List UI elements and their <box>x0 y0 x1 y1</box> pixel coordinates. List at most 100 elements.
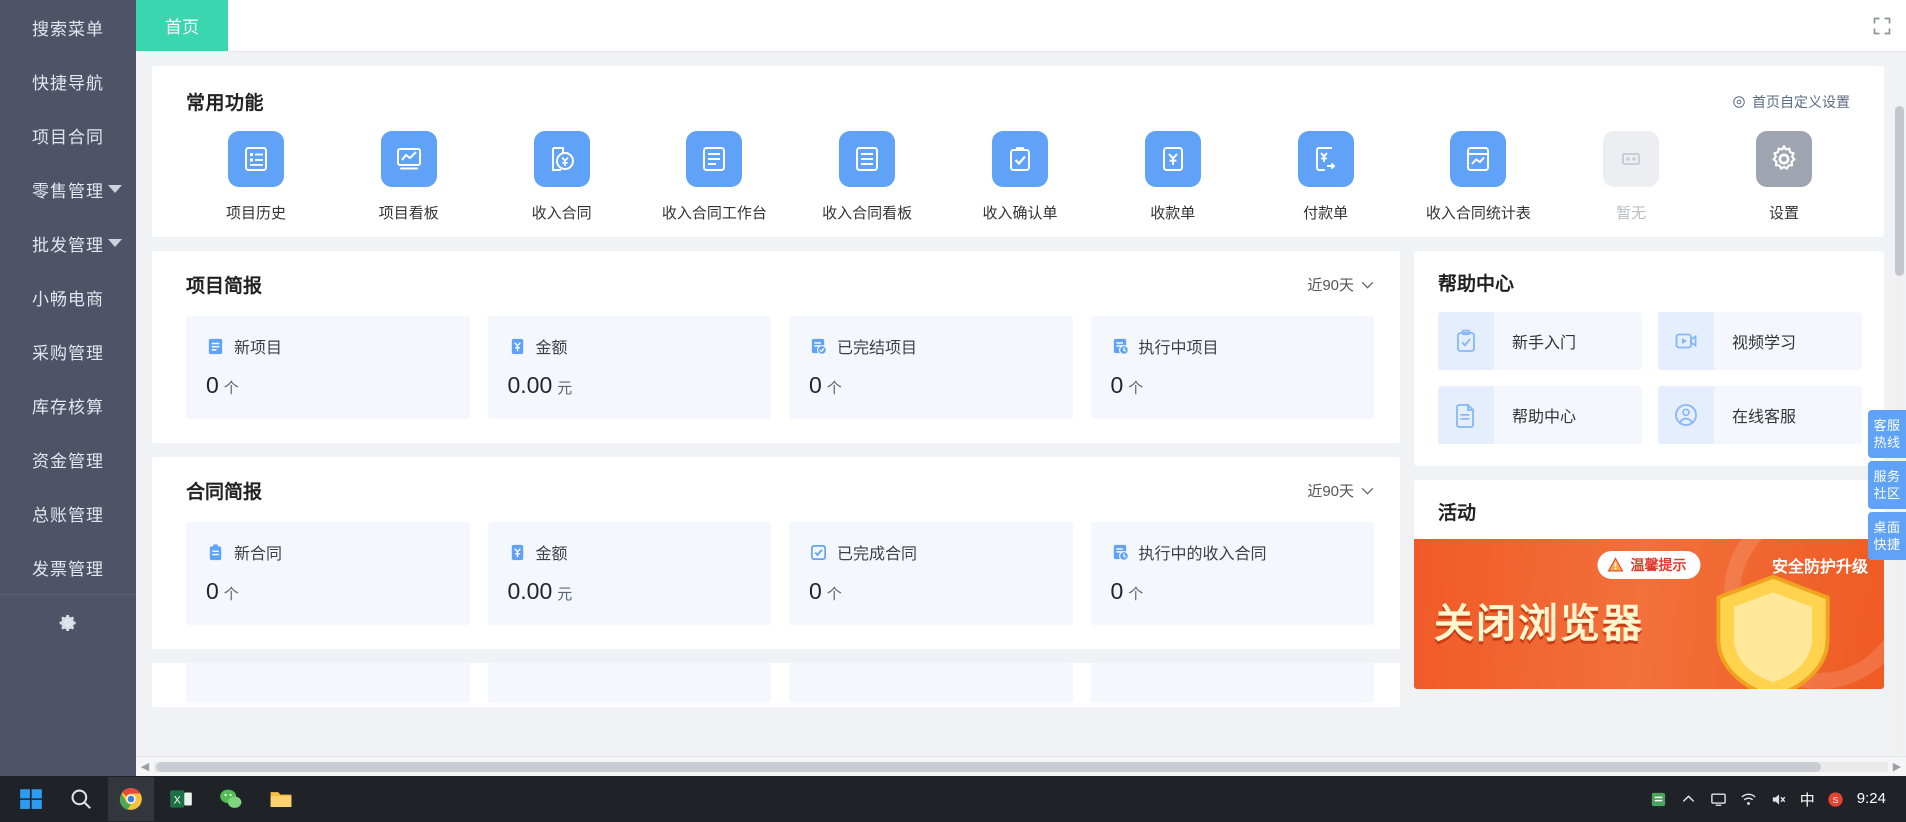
activity-banner[interactable]: 用友ERP软件 jufida.com 温馨提示 <box>1414 539 1884 689</box>
scroll-right-arrow[interactable]: ▶ <box>1888 757 1906 777</box>
fav-item-income-contract[interactable]: 收入合同 <box>502 131 622 223</box>
help-item-icon-box <box>1438 386 1494 444</box>
chevron-down-icon <box>108 239 122 247</box>
wechat-button[interactable] <box>208 777 254 821</box>
fullscreen-icon[interactable] <box>1872 16 1892 36</box>
fav-label: 项目历史 <box>225 205 286 222</box>
new-project-icon <box>208 338 223 354</box>
help-item-video-learning[interactable]: 视频学习 <box>1658 312 1862 370</box>
banner-headline: 关闭浏览器 <box>1434 602 1644 646</box>
start-button[interactable] <box>8 777 54 821</box>
fav-item-project-history[interactable]: 项目历史 <box>196 131 316 223</box>
horizontal-scrollbar[interactable]: ◀ ▶ <box>136 756 1906 776</box>
help-item-icon-box <box>1658 312 1714 370</box>
sidebar-item-ecommerce[interactable]: 小畅电商 <box>0 270 136 324</box>
tray-network-icon[interactable] <box>1740 790 1758 808</box>
project-brief-title: 项目简报 <box>186 276 263 297</box>
search-button[interactable] <box>58 777 104 821</box>
stat-header: 新项目 <box>206 334 450 358</box>
fav-item-receipt[interactable]: 收款单 <box>1113 131 1233 223</box>
fav-label: 收入合同看板 <box>822 205 913 222</box>
taskbar-tray: 中 S 9:24 <box>1650 789 1898 810</box>
stat-card[interactable]: 已完成合同 0个 <box>789 522 1073 625</box>
sidebar-item-ledger[interactable]: 总账管理 <box>0 486 136 540</box>
stat-header: 已完结项目 <box>809 334 1053 358</box>
float-tab-community[interactable]: 服务 社区 <box>1868 461 1906 509</box>
stat-name: 已完成合同 <box>837 546 918 563</box>
volume-mute-icon <box>1773 793 1786 805</box>
project-brief-stats: 新项目 0个 金额 0.00 元 已完结项目 0 个 执行中项目 0 个 <box>186 316 1374 419</box>
fav-tile <box>1603 131 1660 187</box>
stat-card[interactable]: 已完结项目 0个 <box>789 316 1073 419</box>
stat-card[interactable]: 执行中项目 0个 <box>1090 316 1374 419</box>
stat-value-row: 0个 <box>206 578 450 605</box>
fav-label: 收入合同工作台 <box>661 205 767 222</box>
stat-card-partial <box>1090 663 1374 703</box>
chrome-button[interactable] <box>108 777 154 821</box>
sidebar-settings-button[interactable] <box>0 594 136 650</box>
home-customize-button[interactable]: 首页自定义设置 <box>1732 92 1850 112</box>
project-brief-range-select[interactable]: 近90天 <box>1307 274 1374 295</box>
sidebar-item-wholesale[interactable]: 批发管理 <box>0 216 136 270</box>
tray-app-icon[interactable] <box>1650 790 1668 808</box>
horizontal-scrollbar-thumb[interactable] <box>156 761 1821 772</box>
help-item-getting-started[interactable]: 新手入门 <box>1438 312 1642 370</box>
fav-item-project-board[interactable]: 项目看板 <box>349 131 469 223</box>
banner-tip-badge: 温馨提示 <box>1597 551 1701 579</box>
sidebar-item-label: 库存核算 <box>32 397 104 417</box>
tab-home[interactable]: 首页 <box>136 0 228 51</box>
stat-unit: 元 <box>557 380 573 397</box>
fav-item-income-confirmation[interactable]: 收入确认单 <box>960 131 1080 223</box>
fav-label: 暂无 <box>1616 205 1647 222</box>
sogou-icon[interactable]: S <box>1827 790 1845 808</box>
stat-value-row: 0个 <box>809 372 1053 399</box>
explorer-button[interactable] <box>258 777 304 821</box>
float-tab-line2: 社区 <box>1873 486 1901 501</box>
contract-brief-range-select[interactable]: 近90天 <box>1307 480 1374 501</box>
sidebar-item-project-contract[interactable]: 项目合同 <box>0 108 136 162</box>
sidebar-item-invoice[interactable]: 发票管理 <box>0 540 136 594</box>
stat-value: 0 <box>809 372 822 398</box>
sidebar-item-retail[interactable]: 零售管理 <box>0 162 136 216</box>
fav-tile <box>991 131 1048 187</box>
stat-card[interactable]: 金额 0.00 元 <box>487 316 771 419</box>
help-item-label: 在线客服 <box>1732 409 1797 426</box>
vertical-scrollbar-thumb[interactable] <box>1895 106 1904 276</box>
float-tab-desktop-shortcut[interactable]: 桌面 快捷 <box>1868 512 1906 560</box>
stat-card-partial <box>186 663 470 703</box>
content-scroll-area[interactable]: 常用功能 首页自定义设置 项目历史 项目看板 收入合同 收入合同工作台 收入合同… <box>136 52 1906 776</box>
tray-monitor-icon[interactable] <box>1710 790 1728 808</box>
fav-item-income-contract-board[interactable]: 收入合同看板 <box>807 131 927 223</box>
help-item-help-center[interactable]: 帮助中心 <box>1438 386 1642 444</box>
horizontal-scrollbar-track[interactable] <box>154 761 1888 772</box>
fav-tile <box>1450 131 1507 187</box>
float-tab-hotline[interactable]: 客服 热线 <box>1868 410 1906 458</box>
stat-unit: 个 <box>826 380 842 397</box>
stat-header: 执行中项目 <box>1111 334 1355 358</box>
stat-card[interactable]: 执行中的收入合同 0个 <box>1090 522 1374 625</box>
excel-button[interactable]: X <box>158 777 204 821</box>
tray-volume-icon[interactable] <box>1770 790 1788 808</box>
float-tab-line2: 热线 <box>1873 435 1901 450</box>
stat-card-partial <box>487 663 771 703</box>
fav-item-income-contract-stats[interactable]: 收入合同统计表 <box>1418 131 1538 223</box>
sidebar-item-purchase[interactable]: 采购管理 <box>0 324 136 378</box>
fav-item-payment[interactable]: 付款单 <box>1266 131 1386 223</box>
sidebar-item-label: 资金管理 <box>32 451 104 471</box>
sidebar-item-inventory[interactable]: 库存核算 <box>0 378 136 432</box>
stat-card[interactable]: 新合同 0个 <box>186 522 470 625</box>
list-document-icon <box>245 147 267 171</box>
sidebar-item-funds[interactable]: 资金管理 <box>0 432 136 486</box>
sidebar-item-quicknav[interactable]: 快捷导航 <box>0 54 136 108</box>
sidebar-item-search[interactable]: 搜索菜单 <box>0 0 136 54</box>
stat-card[interactable]: 新项目 0个 <box>186 316 470 419</box>
stat-card[interactable]: 金额 0.00 元 <box>487 522 771 625</box>
taskbar-clock[interactable]: 9:24 <box>1857 791 1886 807</box>
fav-item-income-contract-workbench[interactable]: 收入合同工作台 <box>654 131 774 223</box>
tray-chevron-icon[interactable] <box>1680 790 1698 808</box>
ime-indicator[interactable]: 中 <box>1800 789 1815 810</box>
help-item-online-service[interactable]: 在线客服 <box>1658 386 1862 444</box>
scroll-left-arrow[interactable]: ◀ <box>136 757 154 777</box>
fav-item-settings[interactable]: 设置 <box>1724 131 1844 223</box>
fav-item-empty[interactable]: 暂无 <box>1571 131 1691 223</box>
